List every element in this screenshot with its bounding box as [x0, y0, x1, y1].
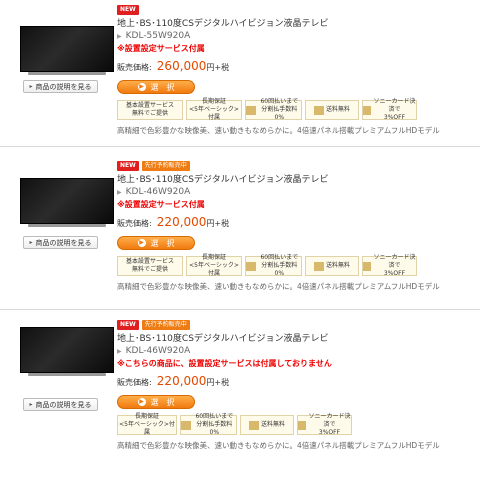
card-icon: [363, 105, 371, 115]
badge-install: 基本設置サービス 無料でご提供: [117, 100, 183, 120]
badge-shipping: 送料無料: [305, 256, 359, 276]
arrow-icon: ▸: [29, 83, 33, 90]
product-item: ▸ 商品の説明を見る NEW 先行予約販売中 地上･BS･110度CSデジタルハイビ…: [0, 310, 480, 473]
service-note: ※設置設定サービス付属: [117, 200, 205, 209]
badge-card: ソニーカード決済で 3%OFF: [362, 98, 417, 121]
badge-shipping: 送料無料: [305, 100, 359, 120]
product-description: 高精細で色彩豊かな映像美、速い動きもなめらかに。4倍速パネル搭載プレミアムフルH…: [117, 282, 440, 291]
card-icon: [298, 420, 306, 430]
badge-row: 長期保証 <5年ベーシック>付属 60回払いまで 分割払手数料0% 送料無料 ソ…: [117, 413, 480, 436]
service-note: ※こちらの商品に、設置設定サービスは付属しておりません: [117, 359, 332, 368]
product-detail-button[interactable]: ▸ 商品の説明を見る: [23, 236, 98, 249]
product-description: 高精細で色彩豊かな映像美、速い動きもなめらかに。4倍速パネル搭載プレミアムフルH…: [117, 441, 440, 450]
triangle-icon: ▶: [117, 33, 122, 40]
price: 販売価格: 260,000円+税: [117, 59, 230, 73]
new-badge: NEW: [117, 161, 139, 171]
card-icon: [246, 105, 256, 115]
arrow-icon: ▸: [29, 401, 33, 408]
truck-icon: [313, 261, 324, 271]
badge-card: ソニーカード決済で 3%OFF: [362, 254, 417, 277]
truck-icon: [313, 105, 324, 115]
badge-shipping: 送料無料: [240, 415, 294, 435]
product-description: 高精細で色彩豊かな映像美、速い動きもなめらかに。4倍速パネル搭載プレミアムフルH…: [117, 126, 440, 135]
product-model[interactable]: ▶ KDL-46W920A: [117, 345, 480, 358]
arrow-icon: ▸: [29, 239, 33, 246]
triangle-icon: ▶: [117, 189, 122, 196]
preorder-badge: 先行予約販売中: [141, 320, 190, 330]
arrow-icon: ▶: [137, 398, 146, 406]
product-title[interactable]: 地上･BS･110度CSデジタルハイビジョン液晶テレビ: [117, 174, 480, 186]
product-title[interactable]: 地上･BS･110度CSデジタルハイビジョン液晶テレビ: [117, 18, 480, 30]
badge-warranty: 長期保証 <5年ベーシック>付属: [186, 98, 242, 121]
badge-card: ソニーカード決済で 3%OFF: [297, 413, 352, 436]
service-note: ※設置設定サービス付属: [117, 44, 205, 53]
product-detail-button[interactable]: ▸ 商品の説明を見る: [23, 398, 98, 411]
tv-image[interactable]: [20, 178, 114, 230]
card-icon: [246, 261, 256, 271]
preorder-badge: 先行予約販売中: [141, 161, 190, 171]
card-icon: [363, 261, 371, 271]
arrow-icon: ▶: [137, 83, 146, 91]
product-model[interactable]: ▶ KDL-46W920A: [117, 186, 480, 199]
select-button[interactable]: ▶ 選 択: [117, 236, 195, 250]
badge-warranty: 長期保証 <5年ベーシック>付属: [186, 254, 242, 277]
product-model[interactable]: ▶ KDL-55W920A: [117, 30, 480, 43]
price: 販売価格: 220,000円+税: [117, 374, 230, 388]
price: 販売価格: 220,000円+税: [117, 215, 230, 229]
select-button[interactable]: ▶ 選 択: [117, 80, 195, 94]
badge-row: 基本設置サービス 無料でご提供 長期保証 <5年ベーシック>付属 60回払いまで…: [117, 254, 480, 277]
new-badge: NEW: [117, 5, 139, 15]
badge-installment: 60回払いまで 分割払手数料0%: [245, 254, 302, 277]
tv-image[interactable]: [20, 26, 114, 78]
product-title[interactable]: 地上･BS･110度CSデジタルハイビジョン液晶テレビ: [117, 333, 480, 345]
tv-image[interactable]: [20, 327, 114, 379]
truck-icon: [248, 420, 259, 430]
product-detail-button[interactable]: ▸ 商品の説明を見る: [23, 80, 98, 93]
badge-install: 基本設置サービス 無料でご提供: [117, 256, 183, 276]
triangle-icon: ▶: [117, 348, 122, 355]
select-button[interactable]: ▶ 選 択: [117, 395, 195, 409]
card-icon: [181, 420, 191, 430]
badge-installment: 60回払いまで 分割払手数料0%: [245, 98, 302, 121]
product-item: ▸ 商品の説明を見る NEW 先行予約販売中 地上･BS･110度CSデジタルハイビ…: [0, 147, 480, 310]
badge-row: 基本設置サービス 無料でご提供 長期保証 <5年ベーシック>付属 60回払いまで…: [117, 98, 480, 121]
new-badge: NEW: [117, 320, 139, 330]
badge-warranty: 長期保証 <5年ベーシック>付属: [117, 413, 177, 436]
arrow-icon: ▶: [137, 239, 146, 247]
product-item: ▸ 商品の説明を見る NEW 地上･BS･110度CSデジタルハイビジョン液晶テレ…: [0, 0, 480, 147]
badge-installment: 60回払いまで 分割払手数料0%: [180, 413, 237, 436]
